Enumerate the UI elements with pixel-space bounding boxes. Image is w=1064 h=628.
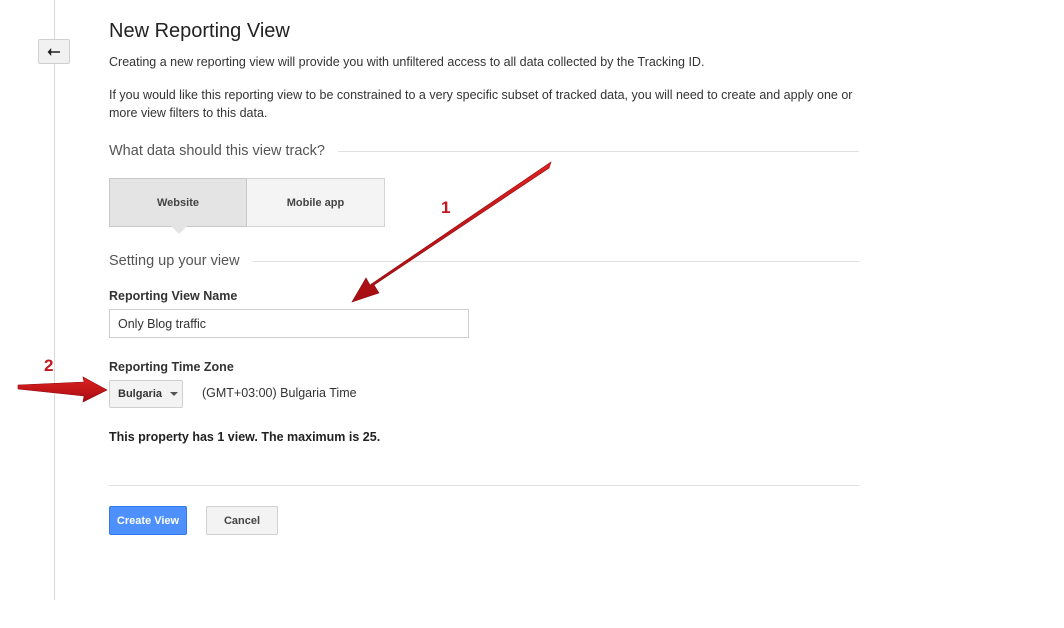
- filter-description-text: If you would like this reporting view to…: [109, 88, 853, 120]
- track-section-heading: What data should this view track?: [109, 143, 325, 159]
- website-option-button[interactable]: Website: [109, 178, 247, 234]
- time-zone-country-dropdown[interactable]: Bulgaria: [109, 380, 183, 408]
- track-section-header: What data should this view track?: [109, 143, 859, 159]
- section-divider: [252, 260, 859, 262]
- actions-divider: [109, 485, 859, 486]
- section-divider: [338, 150, 859, 152]
- back-arrow-icon: [47, 47, 60, 56]
- left-rail-divider: [54, 0, 55, 600]
- time-zone-country-value: Bulgaria: [118, 388, 163, 400]
- annotation-marker-2: 2: [44, 356, 54, 375]
- back-button[interactable]: [38, 39, 70, 64]
- annotation-arrow-2: [17, 376, 108, 403]
- data-type-toggle: Website Mobile app: [109, 178, 385, 234]
- setup-section-heading: Setting up your view: [109, 253, 240, 269]
- view-limit-text: This property has 1 view. The maximum is…: [109, 430, 381, 444]
- create-view-button[interactable]: Create View: [109, 506, 187, 535]
- time-zone-label: Reporting Time Zone: [109, 360, 234, 374]
- cancel-button[interactable]: Cancel: [206, 506, 278, 535]
- chevron-down-icon: [170, 392, 179, 396]
- mobile-app-option-button[interactable]: Mobile app: [247, 178, 385, 227]
- view-name-input[interactable]: [109, 309, 469, 338]
- setup-section-header: Setting up your view: [109, 253, 859, 269]
- description-text: Creating a new reporting view will provi…: [109, 55, 705, 69]
- time-zone-value: (GMT+03:00) Bulgaria Time: [202, 386, 357, 400]
- view-name-label: Reporting View Name: [109, 289, 238, 303]
- page-title: New Reporting View: [109, 20, 290, 42]
- annotation-marker-1: 1: [441, 198, 451, 217]
